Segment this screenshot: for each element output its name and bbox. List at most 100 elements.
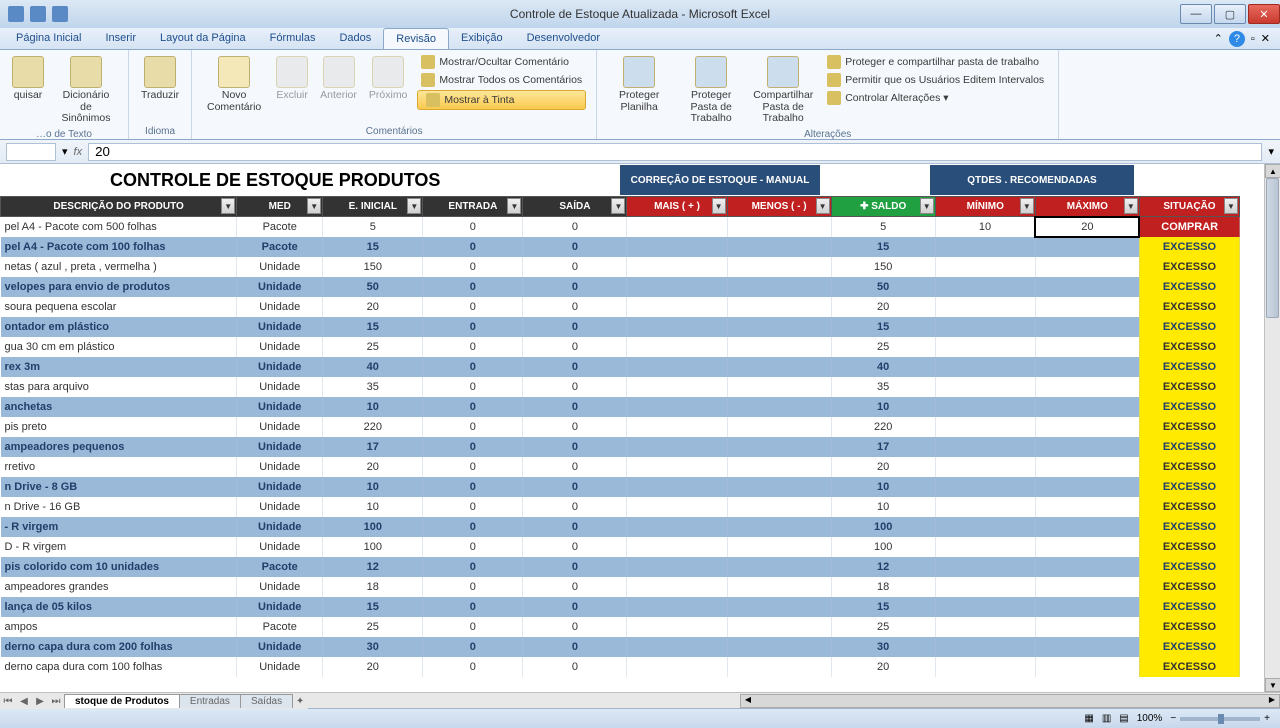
cell-sit[interactable]: EXCESSO (1139, 537, 1239, 557)
col-header-4[interactable]: SAÍDA▼ (523, 197, 627, 217)
cell-min[interactable] (935, 657, 1035, 677)
cell-min[interactable] (935, 297, 1035, 317)
cell-ini[interactable]: 10 (323, 497, 423, 517)
cell-sai[interactable]: 0 (523, 377, 627, 397)
cell-mais[interactable] (627, 337, 727, 357)
cell-ini[interactable]: 220 (323, 417, 423, 437)
cell-min[interactable] (935, 537, 1035, 557)
table-row[interactable]: netas ( azul , preta , vermelha )Unidade… (1, 257, 1240, 277)
table-row[interactable]: gua 30 cm em plásticoUnidade250025EXCESS… (1, 337, 1240, 357)
cell-min[interactable] (935, 637, 1035, 657)
cell-ent[interactable]: 0 (423, 577, 523, 597)
cell-sit[interactable]: EXCESSO (1139, 657, 1239, 677)
cell-max[interactable] (1035, 637, 1139, 657)
cell-med[interactable]: Unidade (237, 497, 323, 517)
cell-ent[interactable]: 0 (423, 217, 523, 237)
cell-min[interactable] (935, 517, 1035, 537)
cell-desc[interactable]: ampos (1, 617, 237, 637)
cell-ini[interactable]: 20 (323, 457, 423, 477)
cell-mais[interactable] (627, 597, 727, 617)
cell-max[interactable] (1035, 577, 1139, 597)
table-row[interactable]: pel A4 - Pacote com 100 folhasPacote1500… (1, 237, 1240, 257)
filter-icon[interactable]: ▼ (507, 198, 521, 214)
cell-max[interactable] (1035, 277, 1139, 297)
data-table[interactable]: DESCRIÇÃO DO PRODUTO▼MED▼E. INICIAL▼ENTR… (0, 196, 1240, 677)
name-box[interactable] (6, 143, 56, 161)
cell-min[interactable] (935, 477, 1035, 497)
cell-menos[interactable] (727, 637, 831, 657)
cell-sit[interactable]: EXCESSO (1139, 417, 1239, 437)
cell-menos[interactable] (727, 517, 831, 537)
cell-med[interactable]: Unidade (237, 417, 323, 437)
worksheet-area[interactable]: CONTROLE DE ESTOQUE PRODUTOS CORREÇÃO DE… (0, 164, 1280, 692)
research-button[interactable]: quisar (10, 54, 46, 104)
cell-min[interactable] (935, 397, 1035, 417)
cell-min[interactable] (935, 437, 1035, 457)
cell-desc[interactable]: derno capa dura com 100 folhas (1, 657, 237, 677)
cell-mais[interactable] (627, 617, 727, 637)
cell-sai[interactable]: 0 (523, 317, 627, 337)
new-comment-button[interactable]: Novo Comentário (202, 54, 266, 115)
cell-min[interactable] (935, 357, 1035, 377)
cell-saldo[interactable]: 10 (831, 397, 935, 417)
cell-saldo[interactable]: 220 (831, 417, 935, 437)
cell-menos[interactable] (727, 257, 831, 277)
view-layout-icon[interactable]: ▥ (1102, 713, 1111, 724)
cell-sit[interactable]: COMPRAR (1139, 217, 1239, 237)
tab-nav-first-icon[interactable]: ⏮ (0, 696, 16, 707)
cell-sit[interactable]: EXCESSO (1139, 497, 1239, 517)
table-row[interactable]: soura pequena escolarUnidade200020EXCESS… (1, 297, 1240, 317)
cell-ini[interactable]: 18 (323, 577, 423, 597)
cell-ent[interactable]: 0 (423, 277, 523, 297)
col-header-1[interactable]: MED▼ (237, 197, 323, 217)
cell-ini[interactable]: 35 (323, 377, 423, 397)
table-row[interactable]: pis pretoUnidade22000220EXCESSO (1, 417, 1240, 437)
cell-sai[interactable]: 0 (523, 657, 627, 677)
cell-sai[interactable]: 0 (523, 237, 627, 257)
translate-button[interactable]: Traduzir (139, 54, 181, 104)
cell-mais[interactable] (627, 297, 727, 317)
cell-desc[interactable]: stas para arquivo (1, 377, 237, 397)
table-row[interactable]: - R virgemUnidade10000100EXCESSO (1, 517, 1240, 537)
cell-sit[interactable]: EXCESSO (1139, 437, 1239, 457)
cell-ent[interactable]: 0 (423, 517, 523, 537)
table-row[interactable]: rex 3mUnidade400040EXCESSO (1, 357, 1240, 377)
cell-ent[interactable]: 0 (423, 617, 523, 637)
cell-menos[interactable] (727, 657, 831, 677)
horizontal-scrollbar[interactable]: ◀ ▶ (740, 694, 1280, 708)
cell-menos[interactable] (727, 617, 831, 637)
cell-sai[interactable]: 0 (523, 577, 627, 597)
cell-med[interactable]: Unidade (237, 457, 323, 477)
cell-ini[interactable]: 15 (323, 237, 423, 257)
cell-mais[interactable] (627, 517, 727, 537)
namebox-dropdown-icon[interactable]: ▾ (62, 145, 68, 158)
table-row[interactable]: pel A4 - Pacote com 500 folhasPacote5005… (1, 217, 1240, 237)
allow-edit-ranges-button[interactable]: Permitir que os Usuários Editem Interval… (823, 72, 1048, 88)
cell-desc[interactable]: pel A4 - Pacote com 100 folhas (1, 237, 237, 257)
cell-max[interactable] (1035, 537, 1139, 557)
tab-nav-last-icon[interactable]: ⏭ (48, 696, 64, 707)
cell-saldo[interactable]: 50 (831, 277, 935, 297)
cell-med[interactable]: Unidade (237, 357, 323, 377)
cell-mais[interactable] (627, 497, 727, 517)
cell-max[interactable] (1035, 597, 1139, 617)
protect-workbook-button[interactable]: Proteger Pasta de Trabalho (679, 54, 743, 127)
cell-desc[interactable]: velopes para envio de produtos (1, 277, 237, 297)
ribbon-tab-3[interactable]: Fórmulas (258, 28, 328, 49)
cell-med[interactable]: Pacote (237, 217, 323, 237)
table-row[interactable]: stas para arquivoUnidade350035EXCESSO (1, 377, 1240, 397)
cell-med[interactable]: Unidade (237, 477, 323, 497)
cell-ent[interactable]: 0 (423, 237, 523, 257)
filter-icon[interactable]: ▼ (407, 198, 421, 214)
cell-max[interactable] (1035, 397, 1139, 417)
cell-ent[interactable]: 0 (423, 477, 523, 497)
filter-icon[interactable]: ▼ (221, 198, 235, 214)
cell-sai[interactable]: 0 (523, 517, 627, 537)
formula-input[interactable] (88, 143, 1262, 161)
maximize-button[interactable]: ▢ (1214, 4, 1246, 24)
cell-menos[interactable] (727, 437, 831, 457)
cell-sit[interactable]: EXCESSO (1139, 337, 1239, 357)
ribbon-minimize-icon[interactable]: ⌃ (1214, 32, 1223, 45)
table-row[interactable]: anchetasUnidade100010EXCESSO (1, 397, 1240, 417)
cell-saldo[interactable]: 20 (831, 297, 935, 317)
